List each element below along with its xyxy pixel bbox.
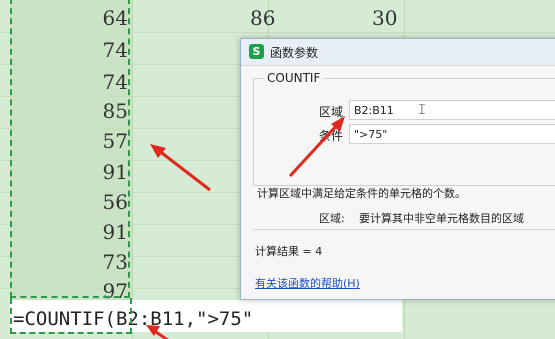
annotation-arrows [146, 116, 345, 339]
arrow-to-range-input [288, 116, 345, 178]
arrow-to-range [150, 144, 211, 192]
arrow-to-formula [146, 325, 169, 339]
